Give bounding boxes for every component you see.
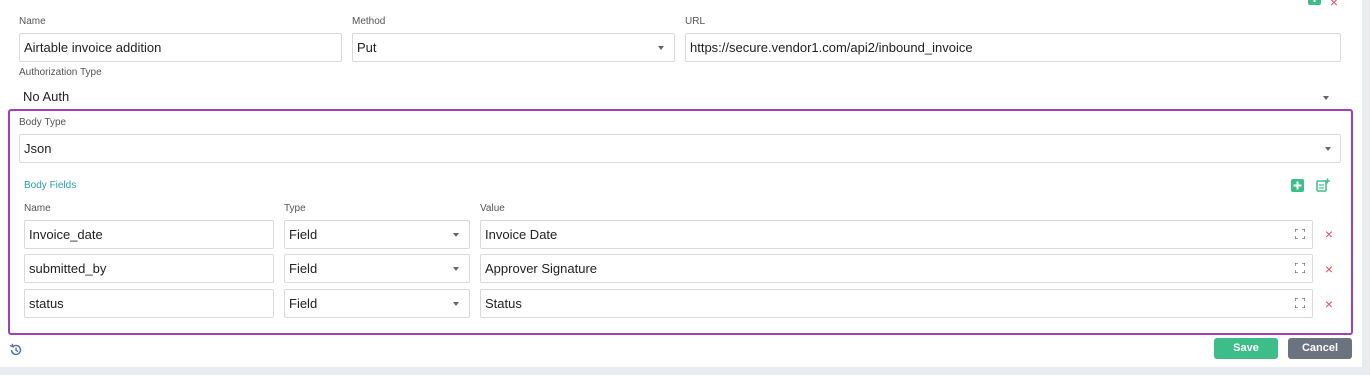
auth-type-label: Authorization Type xyxy=(19,67,102,78)
field-type-select[interactable]: Field xyxy=(284,289,470,318)
expand-icon[interactable] xyxy=(1295,229,1305,239)
expand-icon[interactable] xyxy=(1295,298,1305,308)
field-type-select[interactable]: Field xyxy=(284,254,470,283)
method-value: Put xyxy=(357,40,377,55)
add-row-icon[interactable] xyxy=(1291,179,1304,192)
api-action-form: × Name Airtable invoice addition Method … xyxy=(0,0,1362,367)
auth-type-select[interactable]: No Auth xyxy=(19,85,1341,111)
body-type-select[interactable]: Json xyxy=(19,134,1341,163)
expand-icon[interactable] xyxy=(1295,263,1305,273)
history-icon[interactable] xyxy=(9,343,23,357)
chevron-down-icon xyxy=(1323,96,1329,100)
url-label: URL xyxy=(685,16,706,27)
method-label: Method xyxy=(352,16,386,27)
col-value-label: Value xyxy=(480,203,505,214)
chevron-down-icon xyxy=(1325,147,1331,151)
field-value-input[interactable]: Status xyxy=(480,289,1313,318)
body-fields-title: Body Fields xyxy=(24,180,77,191)
url-input[interactable]: https://secure.vendor1.com/api2/inbound_… xyxy=(685,33,1341,62)
col-type-label: Type xyxy=(284,203,306,214)
close-icon[interactable]: × xyxy=(1328,0,1340,9)
field-type-select[interactable]: Field xyxy=(284,220,470,249)
col-name-label: Name xyxy=(24,203,51,214)
add-icon[interactable] xyxy=(1308,0,1321,5)
field-value-input[interactable]: Approver Signature xyxy=(480,254,1313,283)
save-button[interactable]: Save xyxy=(1214,338,1278,359)
field-name-input[interactable]: status xyxy=(24,289,274,318)
method-select[interactable]: Put xyxy=(352,33,675,62)
body-type-label: Body Type xyxy=(19,117,67,128)
name-input[interactable]: Airtable invoice addition xyxy=(19,33,342,62)
delete-icon[interactable]: × xyxy=(1323,227,1335,241)
chevron-down-icon xyxy=(453,233,459,237)
name-label: Name xyxy=(19,16,46,27)
field-name-input[interactable]: submitted_by xyxy=(24,254,274,283)
import-fields-icon[interactable] xyxy=(1316,178,1330,192)
auth-type-value: No Auth xyxy=(23,89,70,104)
field-value-input[interactable]: Invoice Date xyxy=(480,220,1313,249)
body-type-value: Json xyxy=(24,141,52,156)
chevron-down-icon xyxy=(453,302,459,306)
delete-icon[interactable]: × xyxy=(1323,297,1335,311)
delete-icon[interactable]: × xyxy=(1323,262,1335,276)
field-name-input[interactable]: Invoice_date xyxy=(24,220,274,249)
chevron-down-icon xyxy=(658,46,664,50)
cancel-button[interactable]: Cancel xyxy=(1288,338,1352,359)
chevron-down-icon xyxy=(453,267,459,271)
